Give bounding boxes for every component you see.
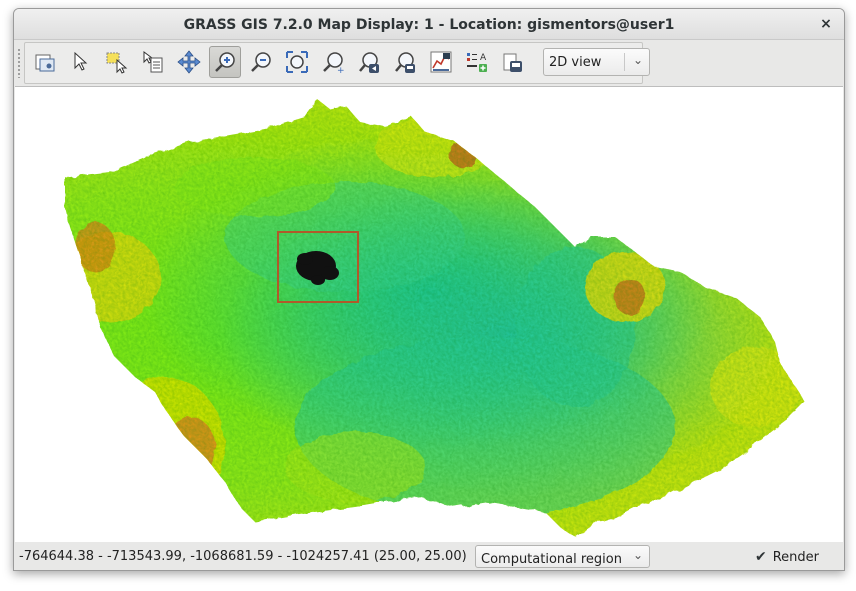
save-image-icon [503, 53, 522, 72]
zoom-extent-icon [286, 51, 308, 73]
zoom-out-button[interactable] [245, 46, 277, 78]
toolbar-grip[interactable] [17, 48, 21, 78]
zoom-back-button[interactable] [353, 46, 385, 78]
tool-buttons: + A 2D view ⌄ [24, 42, 650, 84]
zoom-out-icon [251, 52, 271, 72]
query-icon [143, 51, 163, 73]
svg-text:+: + [337, 66, 345, 74]
chevron-down-icon: ⌄ [632, 548, 643, 562]
layer-manager-icon [35, 54, 55, 72]
decorations-icon: A [467, 53, 487, 72]
zoom-region-button[interactable]: + [317, 46, 349, 78]
pointer-button[interactable] [65, 46, 97, 78]
select-divider [624, 53, 625, 71]
analyze-icon [430, 51, 452, 73]
select-button[interactable] [101, 46, 133, 78]
save-image-button[interactable] [497, 46, 529, 78]
render-label: Render [772, 549, 820, 565]
zoom-extent-button[interactable] [281, 46, 313, 78]
render-toggle[interactable]: ✔ Render [755, 548, 819, 566]
status-bar: -764644.38 - -713543.99, -1068681.59 - -… [14, 542, 844, 570]
pan-button[interactable] [173, 46, 205, 78]
display-mode-value: Computational region [481, 552, 622, 567]
elevation-raster [65, 99, 805, 537]
chevron-down-icon: ⌄ [632, 53, 643, 67]
window-title: GRASS GIS 7.2.0 Map Display: 1 - Locatio… [183, 17, 675, 33]
decorations-button[interactable]: A [461, 46, 493, 78]
title-bar[interactable]: GRASS GIS 7.2.0 Map Display: 1 - Locatio… [14, 9, 844, 40]
zoom-save-icon [395, 52, 415, 73]
checkbox-icon[interactable]: ✔ [755, 549, 767, 565]
svg-text:A: A [480, 53, 487, 63]
pointer-icon [74, 51, 88, 71]
map-toolbar: + A 2D view ⌄ [14, 40, 844, 86]
zoom-region-icon: + [323, 52, 345, 74]
select-icon [106, 52, 128, 74]
zoom-back-icon [359, 52, 379, 73]
display-mode-select[interactable]: Computational region ⌄ [475, 545, 650, 568]
map-canvas[interactable] [15, 86, 843, 543]
close-button[interactable]: × [816, 14, 836, 34]
coordinates-readout: -764644.38 - -713543.99, -1068681.59 - -… [19, 549, 467, 564]
zoom-in-button[interactable] [209, 46, 241, 78]
zoom-in-icon [215, 52, 235, 72]
layer-manager-button[interactable] [29, 46, 61, 78]
zoom-save-button[interactable] [389, 46, 421, 78]
map-view[interactable] [15, 87, 843, 542]
view-mode-value: 2D view [549, 55, 602, 70]
map-display-window: GRASS GIS 7.2.0 Map Display: 1 - Locatio… [13, 8, 845, 571]
view-mode-select[interactable]: 2D view ⌄ [543, 48, 650, 76]
query-button[interactable] [137, 46, 169, 78]
pan-icon [177, 50, 201, 74]
analyze-button[interactable] [425, 46, 457, 78]
